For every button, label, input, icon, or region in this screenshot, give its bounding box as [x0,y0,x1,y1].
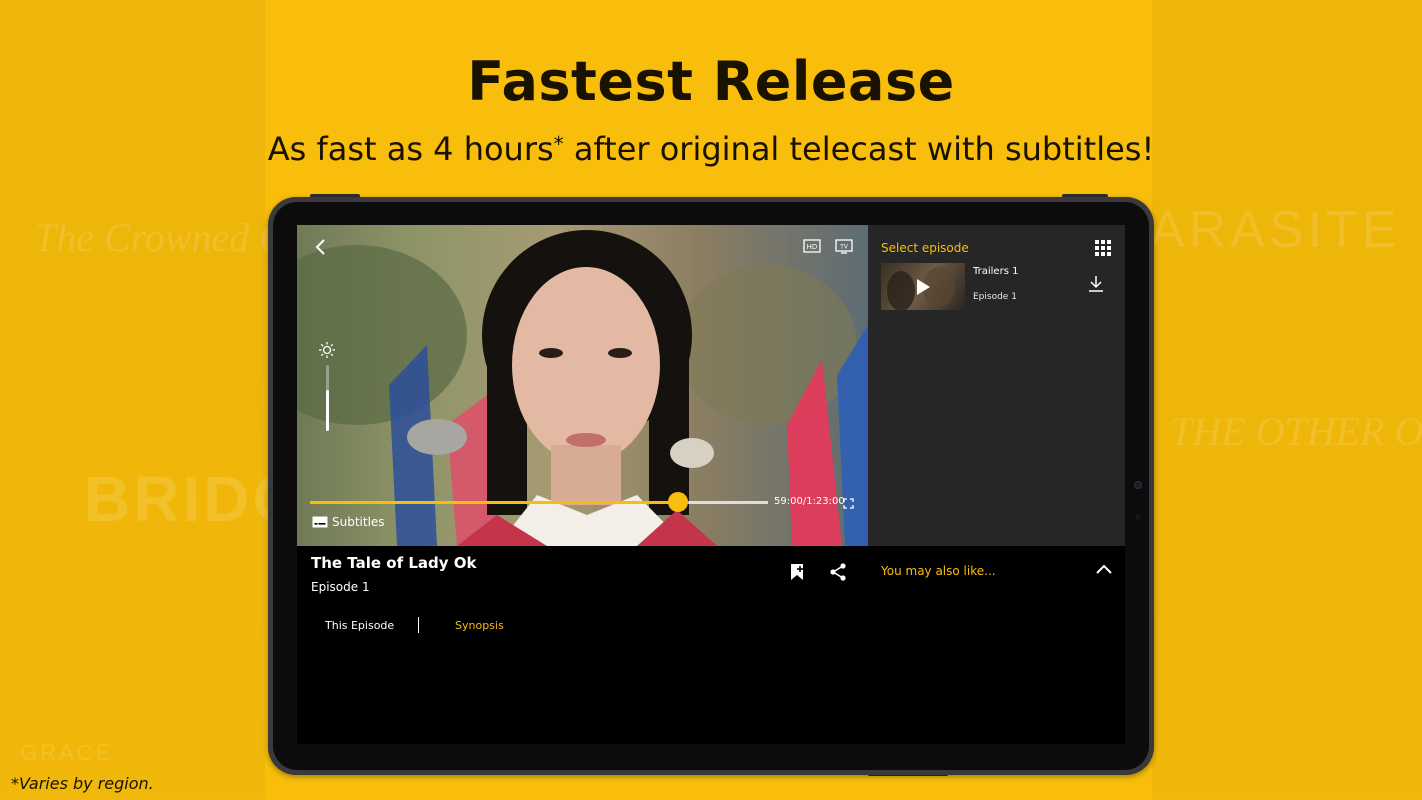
tv-badge-text: TV [839,244,849,251]
background-poster-left [0,0,265,800]
brightness-slider-fill [326,390,329,431]
episode-label: Episode 1 [311,580,370,594]
subtitles-label: Subtitles [332,515,385,529]
subtitles-icon [312,516,328,528]
grid-view-icon[interactable] [1095,240,1111,256]
seek-bar[interactable] [310,492,768,512]
app-screen: HD TV 59:00/1:23:00 Subtitles Select epi… [297,225,1125,744]
subheadline-asterisk: * [553,132,564,156]
episode-panel: Select episode Trailers 1 Episode 1 [868,225,1125,546]
subheadline-text-rest: after original telecast with subtitles! [563,130,1155,168]
footnote: *Varies by region. [11,774,154,793]
brightness-icon [318,341,336,359]
episode-item-subtitle: Episode 1 [973,292,1017,302]
headline: Fastest Release [467,50,955,113]
subtitles-button[interactable]: Subtitles [312,515,385,529]
tab-divider [418,617,419,633]
background-poster-title: THE OTHER ONE [1170,409,1422,454]
seek-bar-fill [310,501,678,504]
share-icon[interactable] [829,563,847,581]
playback-time: 59:00/1:23:00 [774,496,845,507]
tab-this-episode[interactable]: This Episode [325,619,394,632]
select-episode-title: Select episode [881,241,969,255]
tablet-camera [1134,481,1142,489]
you-may-also-like-label[interactable]: You may also like... [881,564,996,578]
total-time: 1:23:00 [806,496,845,507]
episode-list-item[interactable]: Trailers 1 Episode 1 [881,263,1113,313]
download-icon[interactable] [1087,275,1105,293]
background-poster-right [1152,0,1422,800]
show-title: The Tale of Lady Ok [311,554,477,572]
subheadline: As fast as 4 hours* after original telec… [0,130,1422,168]
back-icon[interactable] [311,237,329,257]
subheadline-text: As fast as 4 hours [267,130,554,168]
episode-item-title: Trailers 1 [973,266,1019,277]
video-player[interactable]: HD TV 59:00/1:23:00 Subtitles [297,225,868,546]
add-bookmark-icon[interactable] [789,563,805,581]
chevron-up-icon[interactable] [1096,563,1112,575]
current-time: 59:00 [774,496,803,507]
background-poster-title: The Crowned Cl [34,215,297,260]
brightness-slider[interactable] [326,365,329,431]
tablet-sensor [1135,514,1141,520]
background-poster-title: GRACE [20,740,114,765]
episode-thumbnail[interactable] [881,263,965,310]
cast-tv-icon[interactable]: TV [835,238,853,254]
hd-quality-icon[interactable]: HD [803,239,821,253]
background-poster-title: ARASITE [1150,201,1401,259]
fullscreen-icon[interactable] [842,497,854,509]
tab-synopsis[interactable]: Synopsis [455,619,504,632]
hd-badge-text: HD [807,243,818,251]
seek-bar-handle[interactable] [667,492,688,512]
